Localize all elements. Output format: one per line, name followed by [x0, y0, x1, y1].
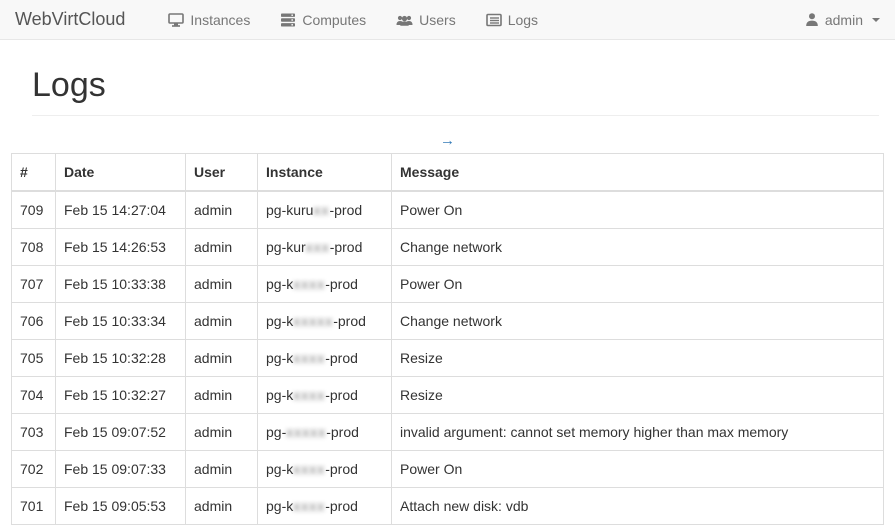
brand-logo[interactable]: WebVirtCloud: [15, 9, 125, 30]
log-message: Resize: [392, 377, 884, 414]
log-id: 703: [12, 414, 56, 451]
log-instance: pg-kxxxx-prod: [258, 488, 392, 525]
nav-item-computes[interactable]: Computes: [265, 2, 381, 38]
log-date: Feb 15 10:33:38: [56, 266, 186, 303]
logs-table: # Date User Instance Message 709 Feb 15 …: [11, 153, 884, 525]
table-header-row: # Date User Instance Message: [12, 154, 884, 192]
log-instance: pg-kurxxx-prod: [258, 229, 392, 266]
desktop-icon: [168, 12, 184, 28]
nav-item-instances[interactable]: Instances: [153, 2, 265, 38]
redacted-text: xxxx: [293, 350, 325, 366]
nav-item-label: Computes: [302, 12, 366, 28]
nav-item-label: Instances: [190, 12, 250, 28]
log-date: Feb 15 09:07:33: [56, 451, 186, 488]
log-instance: pg-xxxxx-prod: [258, 414, 392, 451]
redacted-text: xxxxx: [293, 313, 333, 329]
log-date: Feb 15 10:33:34: [56, 303, 186, 340]
log-id: 702: [12, 451, 56, 488]
log-id: 704: [12, 377, 56, 414]
header-instance: Instance: [258, 154, 392, 192]
nav-item-label: Logs: [508, 12, 538, 28]
log-instance: pg-kuruxx-prod: [258, 191, 392, 229]
log-id: 707: [12, 266, 56, 303]
table-row: 701 Feb 15 09:05:53 admin pg-kxxxx-prod …: [12, 488, 884, 525]
log-user: admin: [186, 414, 258, 451]
log-id: 701: [12, 488, 56, 525]
header-message: Message: [392, 154, 884, 192]
log-message: Power On: [392, 451, 884, 488]
nav-item-logs[interactable]: Logs: [471, 2, 553, 38]
table-row: 702 Feb 15 09:07:33 admin pg-kxxxx-prod …: [12, 451, 884, 488]
table-row: 707 Feb 15 10:33:38 admin pg-kxxxx-prod …: [12, 266, 884, 303]
log-message: Power On: [392, 191, 884, 229]
page-title: Logs: [32, 66, 879, 105]
log-instance: pg-kxxxx-prod: [258, 266, 392, 303]
table-row: 709 Feb 15 14:27:04 admin pg-kuruxx-prod…: [12, 191, 884, 229]
table-row: 704 Feb 15 10:32:27 admin pg-kxxxx-prod …: [12, 377, 884, 414]
header-user: User: [186, 154, 258, 192]
users-icon: [396, 12, 413, 28]
log-user: admin: [186, 340, 258, 377]
redacted-text: xx: [313, 202, 329, 218]
table-row: 708 Feb 15 14:26:53 admin pg-kurxxx-prod…: [12, 229, 884, 266]
log-user: admin: [186, 451, 258, 488]
header-id: #: [12, 154, 56, 192]
log-user: admin: [186, 266, 258, 303]
log-date: Feb 15 09:05:53: [56, 488, 186, 525]
redacted-text: xxxxx: [286, 424, 326, 440]
log-instance: pg-kxxxx-prod: [258, 340, 392, 377]
user-menu-label: admin: [825, 12, 863, 28]
user-menu-toggle[interactable]: admin: [790, 2, 880, 38]
log-date: Feb 15 09:07:52: [56, 414, 186, 451]
log-id: 706: [12, 303, 56, 340]
log-message: Change network: [392, 229, 884, 266]
log-user: admin: [186, 229, 258, 266]
log-instance: pg-kxxxx-prod: [258, 377, 392, 414]
log-id: 705: [12, 340, 56, 377]
redacted-text: xxxx: [293, 276, 325, 292]
log-message: Change network: [392, 303, 884, 340]
table-row: 706 Feb 15 10:33:34 admin pg-kxxxxx-prod…: [12, 303, 884, 340]
redacted-text: xxxx: [293, 461, 325, 477]
log-date: Feb 15 10:32:28: [56, 340, 186, 377]
log-user: admin: [186, 191, 258, 229]
redacted-text: xxx: [306, 239, 330, 255]
nav-item-label: Users: [419, 12, 456, 28]
log-instance: pg-kxxxxx-prod: [258, 303, 392, 340]
log-id: 708: [12, 229, 56, 266]
log-user: admin: [186, 377, 258, 414]
log-id: 709: [12, 191, 56, 229]
log-date: Feb 15 14:26:53: [56, 229, 186, 266]
main-nav: Instances Computes: [153, 2, 553, 38]
logs-icon: [486, 12, 502, 28]
redacted-text: xxxx: [293, 387, 325, 403]
log-message: Power On: [392, 266, 884, 303]
log-date: Feb 15 14:27:04: [56, 191, 186, 229]
log-message: Attach new disk: vdb: [392, 488, 884, 525]
log-instance: pg-kxxxx-prod: [258, 451, 392, 488]
next-page-link[interactable]: →: [440, 132, 455, 149]
pagination: →: [0, 132, 895, 150]
table-row: 703 Feb 15 09:07:52 admin pg-xxxxx-prod …: [12, 414, 884, 451]
log-date: Feb 15 10:32:27: [56, 377, 186, 414]
nav-item-users[interactable]: Users: [381, 2, 471, 38]
log-message: Resize: [392, 340, 884, 377]
log-message: invalid argument: cannot set memory high…: [392, 414, 884, 451]
top-navbar: WebVirtCloud Instances: [0, 0, 895, 40]
log-user: admin: [186, 488, 258, 525]
page-header: Logs: [32, 66, 879, 116]
server-icon: [280, 12, 296, 28]
log-user: admin: [186, 303, 258, 340]
redacted-text: xxxx: [293, 498, 325, 514]
table-row: 705 Feb 15 10:32:28 admin pg-kxxxx-prod …: [12, 340, 884, 377]
header-date: Date: [56, 154, 186, 192]
user-icon: [805, 12, 819, 27]
chevron-down-icon: [872, 18, 880, 22]
